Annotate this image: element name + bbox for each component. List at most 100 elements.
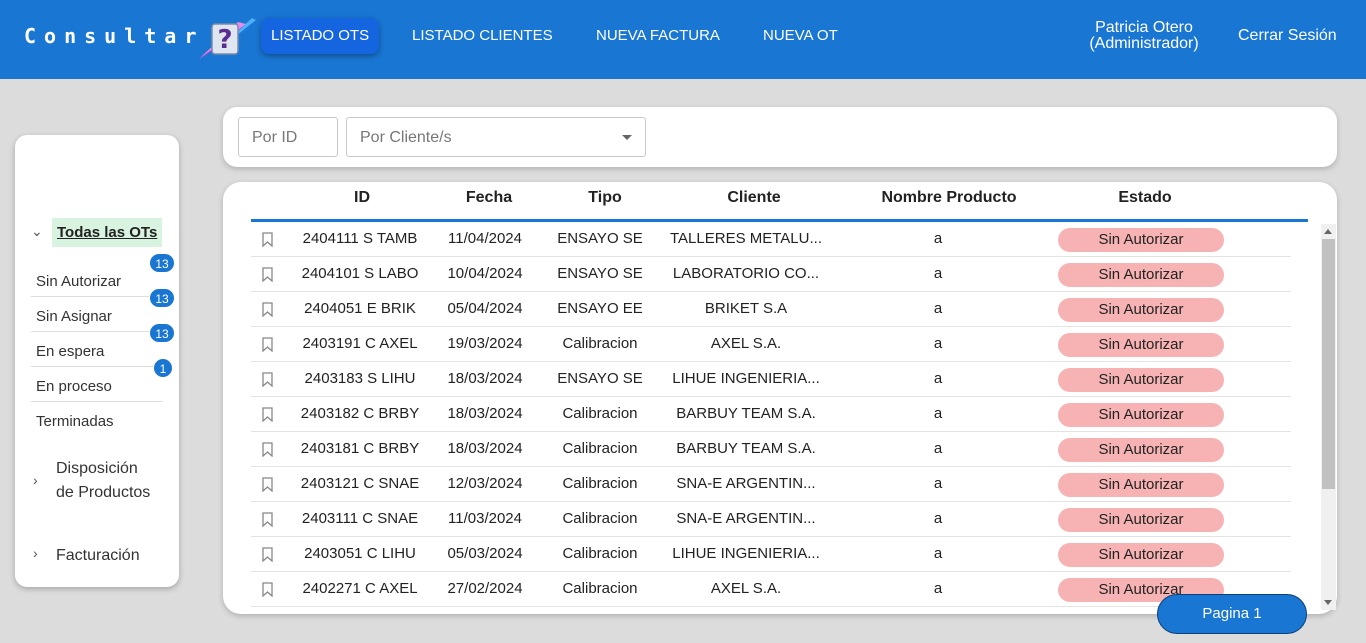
table-row[interactable]: 2403183 S LIHU 18/03/2024 ENSAYO SE LIHUE I… <box>251 362 1291 397</box>
table-body: 2404111 S TAMB 11/04/2024 ENSAYO SE TALLERE… <box>251 222 1291 614</box>
cell-fecha: 05/04/2024 <box>447 300 523 317</box>
cell-cliente: LIHUE INGENIERIA... <box>672 545 820 562</box>
bookmark-icon[interactable] <box>262 372 273 387</box>
scroll-up-icon[interactable] <box>1324 229 1332 234</box>
cell-fecha: 11/04/2024 <box>448 230 522 247</box>
bookmark-icon[interactable] <box>262 302 273 317</box>
bookmark-icon[interactable] <box>262 477 273 492</box>
cell-producto: a <box>933 265 943 282</box>
sidebar-item-en-espera[interactable]: En espera <box>31 332 163 367</box>
cell-tipo: ENSAYO SE <box>557 230 643 247</box>
sidebar-item-en-proceso[interactable]: En proceso <box>31 367 163 402</box>
scrollbar-thumb[interactable] <box>1322 239 1335 489</box>
chevron-right-icon[interactable]: › <box>33 472 38 488</box>
pagination-button[interactable]: Pagina 1 <box>1157 594 1307 634</box>
cell-fecha: 19/03/2024 <box>447 335 523 352</box>
scroll-down-icon[interactable] <box>1324 600 1332 605</box>
cell-fecha: 10/04/2024 <box>447 265 523 282</box>
cell-id: 2403111 C SNAE <box>301 510 419 527</box>
cell-producto: a <box>933 440 943 457</box>
table-row[interactable]: 2402271 C AXEL 27/02/2024 Calibracion AXEL … <box>251 572 1291 607</box>
cell-tipo: Calibracion <box>562 440 638 457</box>
nav-listado-clientes[interactable]: LISTADO CLIENTES <box>402 18 563 54</box>
table-row[interactable]: 2403051 C LIHU 05/03/2024 Calibracion LIHUE… <box>251 537 1291 572</box>
sidebar-item-todas-ots[interactable]: Todas las OTs <box>52 218 163 247</box>
id-filter-input[interactable]: Por ID <box>238 117 338 157</box>
count-badge: 13 <box>149 288 175 308</box>
sidebar-item-label: de Productos <box>56 484 151 501</box>
sidebar-item-label: En proceso <box>36 378 112 395</box>
cell-tipo: ENSAYO SE <box>557 370 643 387</box>
table-row[interactable]: 2404101 S LABO 10/04/2024 ENSAYO SE LABORAT… <box>251 257 1291 292</box>
sidebar-item-terminadas[interactable]: Terminadas <box>31 402 163 437</box>
sidebar-item-disposicion[interactable]: Disposición de Productos <box>56 457 150 505</box>
cell-id: 2404111 S TAMB <box>302 230 418 247</box>
cell-id: 2403183 S LIHU <box>304 370 416 387</box>
column-header-tipo[interactable]: Tipo <box>588 189 621 207</box>
column-header-estado[interactable]: Estado <box>1118 189 1171 207</box>
column-header-producto[interactable]: Nombre Producto <box>881 189 1016 207</box>
bookmark-icon[interactable] <box>262 512 273 527</box>
cell-fecha: 18/03/2024 <box>447 370 523 387</box>
column-header-fecha[interactable]: Fecha <box>466 189 512 207</box>
status-badge: Sin Autorizar <box>1058 438 1224 462</box>
nav-nueva-factura[interactable]: NUEVA FACTURA <box>586 18 730 54</box>
count-badge: 13 <box>149 323 175 343</box>
bookmark-icon[interactable] <box>262 337 273 352</box>
chevron-right-icon[interactable]: › <box>33 545 38 561</box>
table-scrollbar[interactable] <box>1321 224 1336 610</box>
cell-fecha: 05/03/2024 <box>447 545 523 562</box>
sidebar-item-sin-autorizar[interactable]: Sin Autorizar <box>31 262 163 297</box>
table-row[interactable]: 2404111 S TAMB 11/04/2024 ENSAYO SE TALLERE… <box>251 222 1291 257</box>
sidebar: ⌄ Todas las OTs Sin Autorizar 13 Sin Asi… <box>15 135 179 587</box>
dropdown-caret-icon <box>622 135 632 140</box>
brand-title[interactable]: Consultar <box>24 24 204 48</box>
table-row[interactable]: 2403181 C BRBY 18/03/2024 Calibracion BARBU… <box>251 432 1291 467</box>
cell-producto: a <box>933 545 943 562</box>
app-logo-icon[interactable]: ? <box>196 12 260 64</box>
status-badge: Sin Autorizar <box>1058 508 1224 532</box>
cell-tipo: Calibracion <box>562 405 638 422</box>
cell-tipo: ENSAYO EE <box>557 300 643 317</box>
table-row[interactable]: 2403121 C SNAE 12/03/2024 Calibracion SNA-E… <box>251 467 1291 502</box>
cell-cliente: TALLERES METALU... <box>670 230 822 247</box>
user-info: Patricia Otero (Administrador) <box>1080 20 1208 52</box>
table-row[interactable]: 2403182 C BRBY 18/03/2024 Calibracion BARBU… <box>251 397 1291 432</box>
cell-producto: a <box>933 475 943 492</box>
table-row[interactable]: 2403111 C SNAE 11/03/2024 Calibracion SNA-E… <box>251 502 1291 537</box>
svg-text:?: ? <box>217 25 232 55</box>
status-badge: Sin Autorizar <box>1058 473 1224 497</box>
bookmark-icon[interactable] <box>262 232 273 247</box>
status-badge: Sin Autorizar <box>1058 543 1224 567</box>
status-badge: Sin Autorizar <box>1058 333 1224 357</box>
cell-producto: a <box>933 405 943 422</box>
bookmark-icon[interactable] <box>262 407 273 422</box>
cell-tipo: Calibracion <box>562 510 638 527</box>
nav-nueva-ot[interactable]: NUEVA OT <box>753 18 848 54</box>
table-row[interactable]: 2404051 E BRIK 05/04/2024 ENSAYO EE BRIKET … <box>251 292 1291 327</box>
sidebar-item-label: En espera <box>36 343 105 360</box>
bookmark-icon[interactable] <box>262 582 273 597</box>
client-filter-select[interactable]: Por Cliente/s <box>346 117 646 157</box>
logout-button[interactable]: Cerrar Sesión <box>1238 27 1337 45</box>
cell-fecha: 18/03/2024 <box>447 440 523 457</box>
cell-cliente: BARBUY TEAM S.A. <box>676 440 816 457</box>
bookmark-icon[interactable] <box>262 547 273 562</box>
column-header-id[interactable]: ID <box>354 189 370 207</box>
nav-listado-ots[interactable]: LISTADO OTS <box>261 18 380 54</box>
cell-cliente: LIHUE INGENIERIA... <box>672 370 820 387</box>
bookmark-icon[interactable] <box>262 267 273 282</box>
column-header-cliente[interactable]: Cliente <box>727 189 780 207</box>
sidebar-item-label: Sin Asignar <box>36 308 112 325</box>
table-header: ID Fecha Tipo Cliente Nombre Producto Es… <box>251 182 1308 222</box>
count-badge: 1 <box>153 358 173 378</box>
cell-tipo: Calibracion <box>562 475 638 492</box>
table-row[interactable]: 2403191 C AXEL 19/03/2024 Calibracion AXEL … <box>251 327 1291 362</box>
cell-tipo: Calibracion <box>562 545 638 562</box>
cell-producto: a <box>933 580 943 597</box>
sidebar-item-facturacion[interactable]: Facturación <box>56 544 140 568</box>
bookmark-icon[interactable] <box>262 442 273 457</box>
cell-fecha: 27/02/2024 <box>447 580 523 597</box>
sidebar-item-sin-asignar[interactable]: Sin Asignar <box>31 297 163 332</box>
chevron-down-icon[interactable]: ⌄ <box>31 223 43 240</box>
